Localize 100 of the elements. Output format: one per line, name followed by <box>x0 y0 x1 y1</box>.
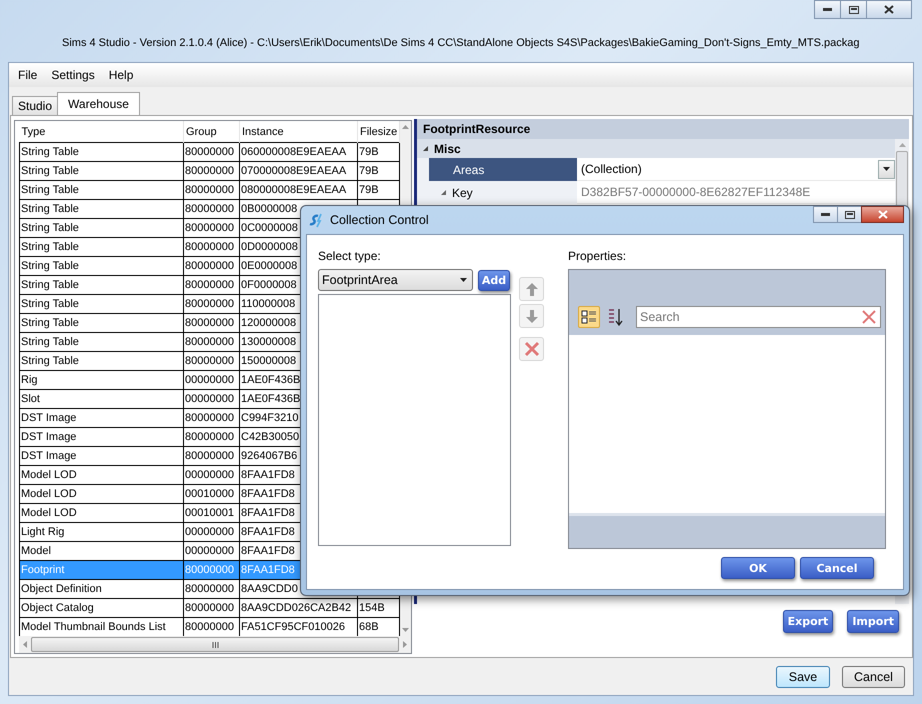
table-cell: 00000000 <box>184 542 240 560</box>
table-cell: 00000000 <box>184 466 240 484</box>
remove-button[interactable] <box>519 337 544 361</box>
maximize-button[interactable] <box>840 0 867 19</box>
table-cell: 80000000 <box>184 180 240 200</box>
table-cell: 80000000 <box>184 352 240 370</box>
expanded-triangle-icon <box>423 146 428 151</box>
table-cell: Object Definition <box>20 580 184 598</box>
scroll-up-icon <box>898 143 906 147</box>
property-label[interactable]: Areas <box>429 158 577 181</box>
categorized-view-button[interactable] <box>578 306 600 328</box>
table-cell: Model Thumbnail Bounds List <box>20 618 184 636</box>
column-header[interactable]: Type <box>20 121 184 142</box>
property-value[interactable]: (Collection) <box>577 158 895 181</box>
table-cell: 80000000 <box>184 618 240 636</box>
add-button[interactable]: Add <box>478 270 510 290</box>
table-cell: Model LOD <box>20 466 184 484</box>
table-cell: 00010000 <box>184 484 240 504</box>
table-cell: 80000000 <box>184 294 240 314</box>
table-cell: 80000000 <box>184 142 240 162</box>
scroll-down-icon <box>402 628 409 632</box>
table-cell: 80000000 <box>184 428 240 446</box>
table-cell: DST Image <box>20 428 184 446</box>
dialog-button[interactable]: Save <box>776 666 830 688</box>
menu-item[interactable]: File <box>11 66 44 84</box>
table-cell: 80000000 <box>184 598 240 618</box>
property-label[interactable]: Key <box>429 181 577 204</box>
dropdown-button[interactable] <box>878 160 895 178</box>
search-field[interactable]: Search <box>636 306 881 328</box>
maximize-button[interactable] <box>837 206 862 223</box>
table-cell: String Table <box>20 162 184 180</box>
property-value: D382BF57-00000000-8E62827EF112348E <box>577 181 895 204</box>
table-cell: 80000000 <box>184 238 240 256</box>
table-cell: 80000000 <box>184 218 240 238</box>
category-label: Misc <box>434 142 461 156</box>
close-button[interactable] <box>861 206 904 223</box>
table-cell: String Table <box>20 352 184 370</box>
table-cell: String Table <box>20 294 184 314</box>
close-button[interactable] <box>866 0 912 19</box>
table-cell: Rig <box>20 370 184 390</box>
property-grid-header: FootprintResource <box>417 119 909 139</box>
scroll-up-icon <box>402 125 409 129</box>
table-cell: String Table <box>20 180 184 200</box>
table-cell: 79B <box>358 142 400 162</box>
dialog-button[interactable]: Cancel <box>800 557 874 579</box>
table-cell: 80000000 <box>184 314 240 332</box>
minimize-icon <box>823 8 832 11</box>
table-cell: 060000008E9EAEAA <box>240 142 358 162</box>
scroll-right-icon <box>403 641 407 648</box>
minimize-icon <box>821 213 830 216</box>
table-cell: String Table <box>20 314 184 332</box>
table-cell: 80000000 <box>184 560 240 580</box>
table-cell: Slot <box>20 390 184 408</box>
column-header[interactable]: Group <box>184 121 240 142</box>
delete-icon <box>524 341 540 357</box>
tab[interactable]: Warehouse <box>57 92 140 115</box>
maximize-icon <box>844 210 854 218</box>
table-cell: 00000000 <box>184 370 240 390</box>
table-cell: 080000008E9EAEAA <box>240 180 358 200</box>
table-cell: 8AA9CDD026CA2B42 <box>240 598 358 618</box>
field-label: Properties: <box>568 249 628 265</box>
move-down-button[interactable] <box>519 304 544 328</box>
arrow-down-icon <box>526 310 538 322</box>
column-header[interactable]: Instance <box>240 121 358 142</box>
table-cell: String Table <box>20 238 184 256</box>
maximize-icon <box>848 6 858 14</box>
tab[interactable]: Studio <box>12 96 58 115</box>
table-cell: String Table <box>20 218 184 238</box>
close-icon <box>878 210 888 219</box>
dialog-button[interactable]: OK <box>721 557 795 579</box>
table-cell: DST Image <box>20 446 184 466</box>
column-header[interactable]: Filesize <box>358 121 400 142</box>
table-cell: 80000000 <box>184 446 240 466</box>
table-cell: 80000000 <box>184 580 240 598</box>
window-title: Sims 4 Studio - Version 2.1.0.4 (Alice) - C:\Users\Erik\Documents\De Sims 4 CC\StandAlone Objects S4S\Packages\BakieGaming_Don't-Signs_Emty_MTS.packag <box>62 37 860 49</box>
clear-icon <box>861 309 877 325</box>
action-button[interactable]: Import <box>847 610 899 633</box>
minimize-button[interactable] <box>813 206 838 223</box>
category-row[interactable]: Misc <box>417 139 895 158</box>
table-cell: Model LOD <box>20 504 184 522</box>
table-cell: String Table <box>20 200 184 218</box>
table-cell: 070000008E9EAEAA <box>240 162 358 180</box>
scrollbar-thumb[interactable] <box>31 637 399 652</box>
dropdown-caret-icon <box>460 278 467 282</box>
move-up-button[interactable] <box>519 277 544 301</box>
close-icon <box>884 5 894 14</box>
menu-item[interactable]: Help <box>102 66 140 84</box>
table-cell: Model LOD <box>20 484 184 504</box>
table-cell: 80000000 <box>184 256 240 276</box>
type-dropdown[interactable]: FootprintArea <box>318 269 473 291</box>
table-cell: String Table <box>20 256 184 276</box>
dropdown-caret-icon <box>883 167 890 171</box>
menu-item[interactable]: Settings <box>44 66 102 84</box>
table-cell: 00000000 <box>184 522 240 542</box>
table-cell: 80000000 <box>184 276 240 294</box>
sort-icon <box>607 308 623 326</box>
dialog-button[interactable]: Cancel <box>842 666 905 688</box>
category-list-icon <box>581 309 597 325</box>
action-button[interactable]: Export <box>782 610 834 633</box>
minimize-button[interactable] <box>814 0 841 19</box>
